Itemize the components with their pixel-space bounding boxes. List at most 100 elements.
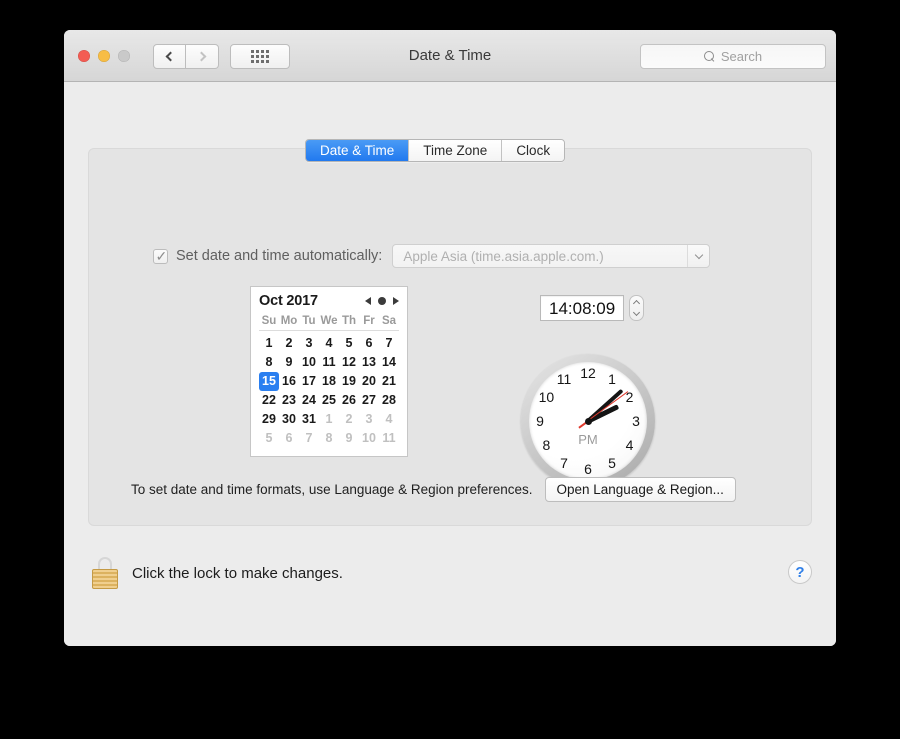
clock-hour-number: 11 <box>556 371 572 388</box>
lock-row: Click the lock to make changes. <box>92 557 343 589</box>
calendar-day[interactable]: 31 <box>299 410 319 429</box>
clock-hour-number: 2 <box>625 389 634 405</box>
chevron-down-icon[interactable] <box>633 308 641 317</box>
formats-hint-text: To set date and time formats, use Langua… <box>131 482 533 497</box>
calendar-weekday-header: Tu <box>302 315 316 327</box>
calendar-month-label: Oct 2017 <box>259 293 318 309</box>
calendar-day[interactable]: 12 <box>339 353 359 372</box>
lock-hint-text: Click the lock to make changes. <box>132 564 343 582</box>
calendar-grid: Su Mo Tu We Th Fr Sa 1 2 3 4 5 6 7 8 9 10 11 12 13 14 15 16 17 1… <box>259 313 399 448</box>
clock-hour-number: 1 <box>608 371 616 388</box>
calendar-day[interactable]: 2 <box>279 334 299 353</box>
calendar-day[interactable]: 4 <box>319 334 339 353</box>
calendar-day[interactable]: 1 <box>259 334 279 353</box>
triangle-left-icon[interactable] <box>365 297 371 305</box>
time-server-popup[interactable]: Apple Asia (time.asia.apple.com.) <box>392 244 711 268</box>
calendar-widget[interactable]: Oct 2017 Su Mo Tu We Th Fr Sa 1 2 3 4 5 6 7 8 9 10 11 12 13… <box>250 286 408 457</box>
calendar-navigation <box>365 297 399 305</box>
calendar-day[interactable]: 5 <box>259 429 279 448</box>
calendar-day[interactable]: 16 <box>279 372 299 391</box>
calendar-day[interactable]: 8 <box>259 353 279 372</box>
calendar-day[interactable]: 10 <box>299 353 319 372</box>
calendar-day[interactable]: 3 <box>359 410 379 429</box>
calendar-day[interactable]: 6 <box>359 334 379 353</box>
search-field[interactable]: Search <box>640 44 826 69</box>
calendar-day[interactable]: 20 <box>359 372 379 391</box>
search-placeholder: Search <box>720 49 763 64</box>
search-icon <box>703 51 715 62</box>
time-server-value: Apple Asia (time.asia.apple.com.) <box>403 248 604 264</box>
time-field-group: 14:08:09 <box>540 295 645 321</box>
calendar-day[interactable]: 22 <box>259 391 279 410</box>
calendar-weekday-header: Mo <box>280 315 298 327</box>
time-stepper[interactable] <box>629 295 645 321</box>
calendar-weekday-header: We <box>320 315 338 327</box>
calendar-day[interactable]: 19 <box>339 372 359 391</box>
calendar-day[interactable]: 6 <box>279 429 299 448</box>
calendar-day[interactable]: 4 <box>379 410 399 429</box>
clock-hour-number: 8 <box>542 437 551 453</box>
calendar-weekday-header: Fr <box>363 315 375 327</box>
calendar-header: Oct 2017 <box>259 293 399 309</box>
lock-closed-icon[interactable] <box>92 557 118 589</box>
system-preferences-window: Date & Time Search Date & Time Time Zone… <box>64 30 836 646</box>
open-language-region-button[interactable]: Open Language & Region... <box>544 477 736 502</box>
tab-date-time[interactable]: Date & Time <box>306 140 410 161</box>
screen-root: Date & Time Search Date & Time Time Zone… <box>0 0 900 739</box>
calendar-day[interactable]: 3 <box>299 334 319 353</box>
window-titlebar: Date & Time Search <box>64 30 836 82</box>
calendar-day[interactable]: 24 <box>299 391 319 410</box>
calendar-day[interactable]: 25 <box>319 391 339 410</box>
calendar-day[interactable]: 30 <box>279 410 299 429</box>
preference-panel: Set date and time automatically: Apple A… <box>88 148 812 526</box>
calendar-day[interactable]: 23 <box>279 391 299 410</box>
calendar-day[interactable]: 11 <box>379 429 399 448</box>
tab-time-zone[interactable]: Time Zone <box>409 140 503 161</box>
calendar-day[interactable]: 21 <box>379 372 399 391</box>
tab-clock[interactable]: Clock <box>502 140 565 161</box>
calendar-day[interactable]: 7 <box>379 334 399 353</box>
time-server-popup-button[interactable] <box>687 245 710 267</box>
calendar-weekday-header: Th <box>341 315 357 327</box>
tab-bar: Date & Time Time Zone Clock <box>305 139 566 162</box>
calendar-day[interactable]: 27 <box>359 391 379 410</box>
chevron-up-icon[interactable] <box>633 299 641 308</box>
calendar-day[interactable]: 7 <box>299 429 319 448</box>
clock-hour-number: 10 <box>538 389 555 405</box>
clock-hour-number: 9 <box>536 413 544 429</box>
calendar-day[interactable]: 14 <box>379 353 399 372</box>
calendar-day[interactable]: 1 <box>319 410 339 429</box>
calendar-day[interactable]: 17 <box>299 372 319 391</box>
calendar-day[interactable]: 13 <box>359 353 379 372</box>
set-automatically-label: Set date and time automatically: <box>176 248 383 264</box>
set-automatically-checkbox[interactable] <box>153 247 168 265</box>
formats-row: To set date and time formats, use Langua… <box>131 477 736 502</box>
circle-dot-icon[interactable] <box>378 297 386 305</box>
clock-hour-number: 12 <box>580 365 596 381</box>
calendar-day-selected[interactable]: 15 <box>259 372 279 391</box>
clock-hour-number: 5 <box>608 454 616 471</box>
calendar-day[interactable]: 5 <box>339 334 359 353</box>
help-button[interactable]: ? <box>788 560 812 584</box>
clock-center-pin <box>584 417 592 425</box>
chevron-down-icon <box>694 250 704 259</box>
calendar-day[interactable]: 2 <box>339 410 359 429</box>
calendar-day[interactable]: 29 <box>259 410 279 429</box>
calendar-day[interactable]: 10 <box>359 429 379 448</box>
window-body: Date & Time Time Zone Clock Set date and… <box>64 82 836 646</box>
calendar-day[interactable]: 26 <box>339 391 359 410</box>
clock-face: PM 12 1 2 3 4 5 6 7 8 9 10 11 <box>529 362 647 480</box>
analog-clock: PM 12 1 2 3 4 5 6 7 8 9 10 11 <box>521 354 655 488</box>
clock-hour-number: 7 <box>560 454 568 471</box>
calendar-day[interactable]: 11 <box>319 353 339 372</box>
calendar-weekday-header: Sa <box>381 315 397 327</box>
set-automatically-row: Set date and time automatically: Apple A… <box>153 244 711 268</box>
time-input[interactable]: 14:08:09 <box>540 295 625 321</box>
calendar-day[interactable]: 28 <box>379 391 399 410</box>
calendar-day[interactable]: 8 <box>319 429 339 448</box>
calendar-day[interactable]: 9 <box>279 353 299 372</box>
calendar-day[interactable]: 18 <box>319 372 339 391</box>
triangle-right-icon[interactable] <box>393 297 399 305</box>
calendar-day[interactable]: 9 <box>339 429 359 448</box>
clock-hour-number: 6 <box>584 461 592 477</box>
